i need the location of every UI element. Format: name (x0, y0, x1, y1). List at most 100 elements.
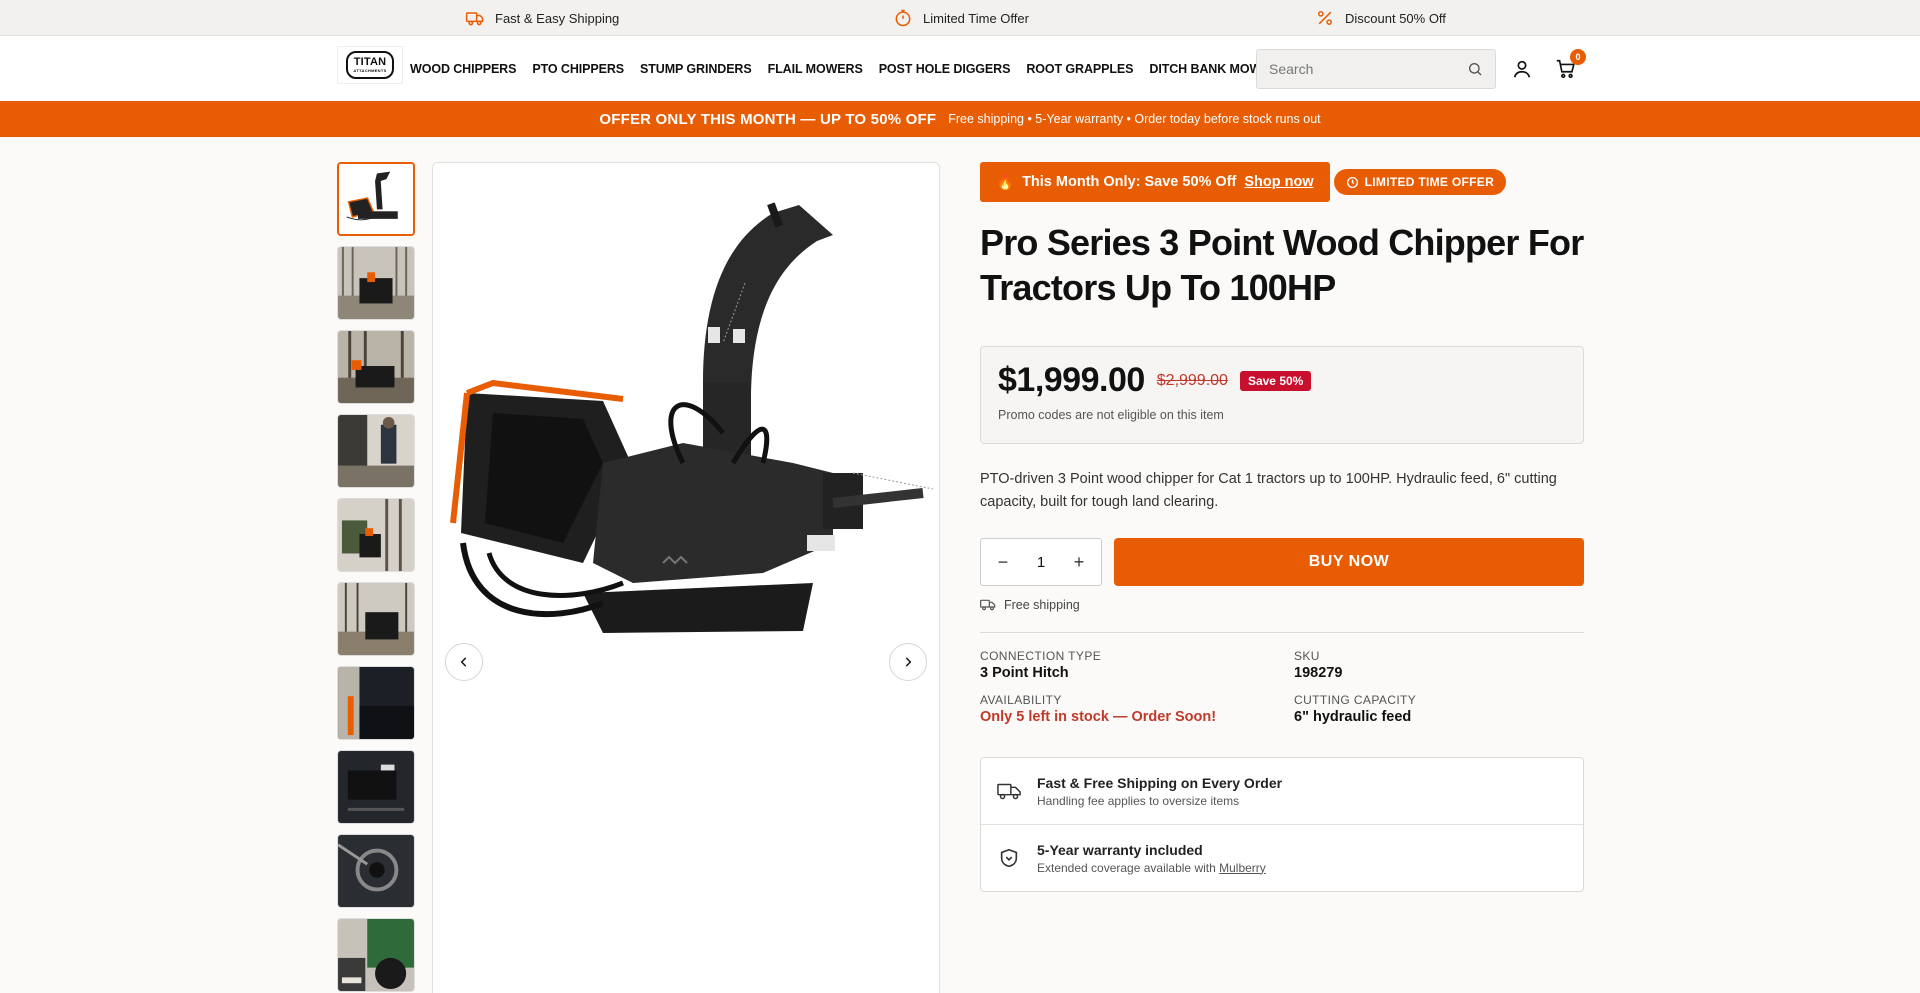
tractor-thumbnail-image (338, 919, 414, 991)
site-header: TITAN ATTACHMENTS WOOD CHIPPERS PTO CHIP… (0, 36, 1920, 101)
shop-now-link[interactable]: Shop now (1244, 174, 1313, 190)
thumbnail[interactable] (337, 246, 415, 320)
nav-flail-mowers[interactable]: FLAIL MOWERS (768, 62, 863, 76)
search-icon[interactable] (1467, 61, 1483, 77)
thumbnail[interactable] (337, 162, 415, 236)
thumbnail[interactable] (337, 666, 415, 740)
logo[interactable]: TITAN ATTACHMENTS (337, 46, 403, 84)
offer-row: 🔥 This Month Only: Save 50% Off Shop now… (980, 162, 1584, 202)
spec-key: CUTTING CAPACITY (1294, 693, 1417, 707)
field-thumbnail-image (338, 331, 414, 403)
announcement-label: Fast & Easy Shipping (495, 10, 620, 26)
announcement-label: Limited Time Offer (923, 10, 1029, 26)
offer-text: This Month Only: Save 50% Off (1022, 174, 1237, 190)
shield-icon (1000, 848, 1018, 868)
announcement-offer: Limited Time Offer (893, 0, 1029, 36)
perks-box: Fast & Free Shipping on Every Order Hand… (980, 757, 1584, 892)
next-image-button[interactable] (889, 643, 927, 681)
thumbnail-list (337, 162, 415, 993)
thumbnail[interactable] (337, 330, 415, 404)
field-thumbnail-image (338, 583, 414, 655)
fire-icon: 🔥 (996, 174, 1015, 191)
spec-key: SKU (1294, 649, 1320, 663)
quantity-stepper: − 1 + (980, 538, 1102, 586)
account-icon[interactable] (1511, 58, 1533, 80)
spec-value: 198279 (1294, 665, 1343, 681)
announcement-label: Discount 50% Off (1345, 10, 1446, 26)
truck-icon (465, 12, 484, 26)
compare-price: $2,999.00 (1156, 371, 1228, 389)
field-thumbnail-image (338, 499, 414, 571)
spec-connection-type: CONNECTION TYPE 3 Point Hitch (980, 649, 1294, 681)
thumbnail[interactable] (337, 750, 415, 824)
promo-bar: OFFER ONLY THIS MONTH — UP TO 50% OFF Fr… (0, 101, 1920, 137)
nav-post-hole-diggers[interactable]: POST HOLE DIGGERS (879, 62, 1011, 76)
main-nav: WOOD CHIPPERS PTO CHIPPERS STUMP GRINDER… (410, 36, 1303, 101)
thumbnail[interactable] (337, 498, 415, 572)
buy-row: − 1 + BUY NOW (980, 538, 1584, 586)
thumbnail[interactable] (337, 582, 415, 656)
offer-banner: 🔥 This Month Only: Save 50% Off Shop now (980, 162, 1330, 202)
percent-icon (1318, 11, 1332, 25)
nav-wood-chippers[interactable]: WOOD CHIPPERS (410, 62, 516, 76)
chevron-left-icon (460, 657, 467, 667)
wood-chipper-image (433, 163, 939, 663)
nav-pto-chippers[interactable]: PTO CHIPPERS (532, 62, 624, 76)
search-input[interactable] (1269, 61, 1467, 77)
previous-image-button[interactable] (445, 643, 483, 681)
spec-value: 6" hydraulic feed (1294, 709, 1412, 725)
spec-value: Only 5 left in stock — Order Soon! (980, 709, 1217, 725)
field-thumbnail-image (338, 247, 414, 319)
thumbnail[interactable] (337, 834, 415, 908)
stopwatch-icon (895, 9, 911, 27)
mulberry-link[interactable]: Mulberry (1219, 861, 1266, 875)
price-row: $1,999.00 $2,999.00 Save 50% (998, 361, 1566, 400)
main-product-image (432, 162, 940, 993)
announcement-shipping: Fast & Easy Shipping (465, 0, 619, 36)
detail-thumbnail-image (338, 751, 414, 823)
sale-price: $1,999.00 (998, 361, 1145, 399)
perk-subtitle-text: Extended coverage available with (1037, 860, 1220, 875)
nav-stump-grinders[interactable]: STUMP GRINDERS (640, 62, 752, 76)
announcement-bar: Fast & Easy Shipping Limited Time Offer … (0, 0, 1920, 36)
search-box (1256, 49, 1496, 89)
thumbnail[interactable] (337, 414, 415, 488)
clock-icon (1346, 176, 1358, 188)
spec-key: CONNECTION TYPE (980, 649, 1102, 663)
limited-time-badge: LIMITED TIME OFFER (1333, 169, 1507, 195)
detail-thumbnail-image (338, 667, 414, 739)
thumbnail[interactable] (337, 918, 415, 992)
shipping-note: Free shipping (980, 598, 1584, 612)
nav-root-grapples[interactable]: ROOT GRAPPLES (1026, 62, 1133, 76)
chevron-right-icon (905, 657, 912, 667)
perk-subtitle: Extended coverage available with Mulberr… (1037, 861, 1266, 875)
truck-icon (980, 599, 996, 611)
spec-key: AVAILABILITY (980, 693, 1062, 707)
field-thumbnail-image (338, 415, 414, 487)
promo-headline: OFFER ONLY THIS MONTH — UP TO 50% OFF (599, 110, 937, 128)
promo-details: Free shipping • 5-Year warranty • Order … (948, 112, 1321, 126)
badge-label: LIMITED TIME OFFER (1364, 175, 1495, 189)
perk-title: Fast & Free Shipping on Every Order (1037, 774, 1283, 791)
divider (980, 632, 1584, 633)
truck-icon (997, 783, 1021, 800)
logo-text: TITAN (353, 56, 387, 68)
logo-badge: TITAN ATTACHMENTS (346, 51, 394, 79)
promo-note: Promo codes are not eligible on this ite… (998, 408, 1224, 422)
perk-subtitle: Handling fee applies to oversize items (1037, 793, 1240, 808)
spec-value: 3 Point Hitch (980, 665, 1069, 681)
spec-sku: SKU 198279 (1294, 649, 1584, 681)
increase-quantity-button[interactable]: + (1071, 552, 1087, 573)
chipper-thumbnail-image (339, 164, 413, 234)
spec-cutting-capacity: CUTTING CAPACITY 6" hydraulic feed (1294, 693, 1584, 725)
quantity-value[interactable]: 1 (1037, 554, 1045, 571)
perk-title: 5-Year warranty included (1037, 841, 1203, 858)
logo-subtext: ATTACHMENTS (353, 68, 387, 73)
product-title: Pro Series 3 Point Wood Chipper For Trac… (980, 222, 1584, 308)
perk-warranty: 5-Year warranty included Extended covera… (981, 824, 1583, 891)
announcement-discount: Discount 50% Off (1315, 0, 1446, 36)
spec-list: CONNECTION TYPE 3 Point Hitch SKU 198279… (980, 649, 1584, 725)
product-info: 🔥 This Month Only: Save 50% Off Shop now… (980, 162, 1584, 892)
buy-now-button[interactable]: BUY NOW (1114, 538, 1584, 586)
decrease-quantity-button[interactable]: − (995, 552, 1011, 573)
